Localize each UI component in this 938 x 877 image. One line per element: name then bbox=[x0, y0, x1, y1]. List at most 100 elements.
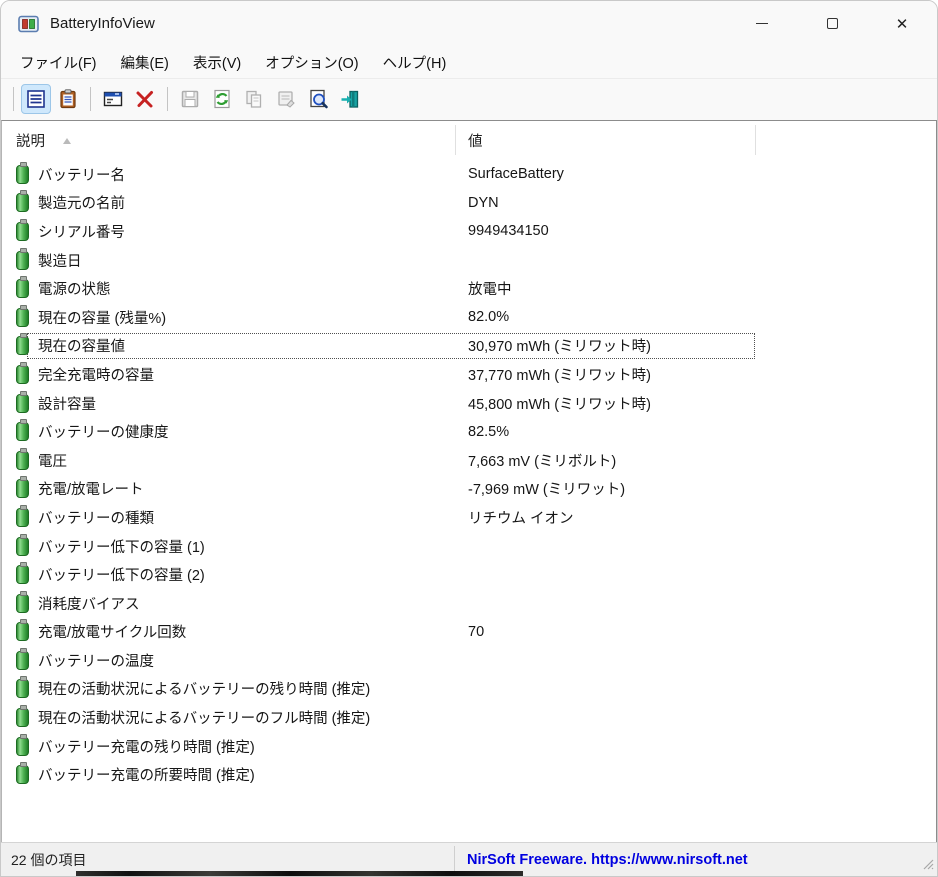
batteryinfoview-window: BatteryInfoView ✕ ファイル(F) 編集(E) 表示(V) オプ… bbox=[0, 0, 938, 877]
table-row[interactable]: 現在の容量値 30,970 mWh (ミリワット時) bbox=[2, 332, 936, 361]
delete-button[interactable] bbox=[130, 84, 160, 114]
row-label: 消耗度バイアス bbox=[38, 593, 140, 614]
battery-icon bbox=[16, 508, 29, 527]
toolbar-separator bbox=[13, 87, 14, 111]
table-row[interactable]: 完全充電時の容量 37,770 mWh (ミリワット時) bbox=[2, 360, 936, 389]
column-header-label: 説明 bbox=[16, 130, 45, 151]
table-row[interactable]: バッテリーの種類 リチウム イオン bbox=[2, 503, 936, 532]
column-header-description[interactable]: 説明 bbox=[16, 121, 71, 160]
find-button[interactable] bbox=[303, 84, 333, 114]
maximize-button[interactable] bbox=[797, 1, 867, 46]
menu-help[interactable]: ヘルプ(H) bbox=[371, 47, 459, 78]
table-row[interactable]: バッテリー充電の所要時間 (推定) bbox=[2, 760, 936, 789]
column-divider[interactable] bbox=[755, 125, 756, 155]
column-header-label: 値 bbox=[468, 130, 483, 151]
table-row[interactable]: バッテリーの健康度 82.5% bbox=[2, 417, 936, 446]
battery-icon bbox=[16, 279, 29, 298]
table-row[interactable]: シリアル番号 9949434150 bbox=[2, 217, 936, 246]
refresh-arrows-icon bbox=[211, 88, 233, 110]
battery-icon bbox=[16, 222, 29, 241]
table-row[interactable]: 製造日 bbox=[2, 246, 936, 275]
properties-icon bbox=[275, 88, 297, 110]
window-columns-icon bbox=[102, 88, 124, 110]
table-row[interactable]: 充電/放電レート -7,969 mW (ミリワット) bbox=[2, 475, 936, 504]
table-row[interactable]: 現在の活動状況によるバッテリーの残り時間 (推定) bbox=[2, 675, 936, 704]
row-label: バッテリーの健康度 bbox=[38, 421, 169, 442]
battery-icon bbox=[16, 336, 29, 355]
battery-icon bbox=[16, 165, 29, 184]
choose-columns-button[interactable] bbox=[98, 84, 128, 114]
battery-icon bbox=[16, 622, 29, 641]
row-value: DYN bbox=[468, 195, 499, 211]
window-title: BatteryInfoView bbox=[50, 15, 155, 32]
table-row[interactable]: バッテリー名 SurfaceBattery bbox=[2, 160, 936, 189]
toolbar-separator bbox=[90, 87, 91, 111]
row-value: 37,770 mWh (ミリワット時) bbox=[468, 364, 651, 385]
row-label: バッテリー充電の所要時間 (推定) bbox=[38, 764, 255, 785]
battery-icon bbox=[16, 308, 29, 327]
floppy-disk-icon bbox=[179, 88, 201, 110]
battery-icon bbox=[16, 594, 29, 613]
row-value: 82.5% bbox=[468, 424, 509, 440]
menu-file[interactable]: ファイル(F) bbox=[8, 47, 109, 78]
minimize-button[interactable] bbox=[727, 1, 797, 46]
row-label: シリアル番号 bbox=[38, 221, 125, 242]
column-divider[interactable] bbox=[455, 125, 456, 155]
battery-icon bbox=[16, 251, 29, 270]
table-row[interactable]: 充電/放電サイクル回数 70 bbox=[2, 618, 936, 647]
row-label: バッテリー低下の容量 (2) bbox=[38, 564, 205, 585]
table-row[interactable]: バッテリー充電の残り時間 (推定) bbox=[2, 732, 936, 761]
row-label: 電源の状態 bbox=[38, 278, 111, 299]
copy-button bbox=[239, 84, 269, 114]
table-row[interactable]: バッテリーの温度 bbox=[2, 646, 936, 675]
table-row[interactable]: 現在の活動状況によるバッテリーのフル時間 (推定) bbox=[2, 703, 936, 732]
exit-button[interactable] bbox=[335, 84, 365, 114]
close-button[interactable]: ✕ bbox=[867, 1, 937, 46]
copy-pages-icon bbox=[243, 88, 265, 110]
table-row[interactable]: 消耗度バイアス bbox=[2, 589, 936, 618]
row-label: 現在の活動状況によるバッテリーの残り時間 (推定) bbox=[38, 678, 370, 699]
table-row[interactable]: 現在の容量 (残量%) 82.0% bbox=[2, 303, 936, 332]
battery-icon bbox=[16, 193, 29, 212]
refresh-button[interactable] bbox=[207, 84, 237, 114]
row-label: 製造元の名前 bbox=[38, 192, 125, 213]
row-label: バッテリー低下の容量 (1) bbox=[38, 536, 205, 557]
battery-icon bbox=[16, 679, 29, 698]
table-row[interactable]: バッテリー低下の容量 (2) bbox=[2, 560, 936, 589]
row-label: 充電/放電レート bbox=[38, 478, 144, 499]
table-row[interactable]: 製造元の名前 DYN bbox=[2, 189, 936, 218]
toolbar bbox=[1, 79, 937, 119]
table-row[interactable]: 電源の状態 放電中 bbox=[2, 274, 936, 303]
table-row[interactable]: 設計容量 45,800 mWh (ミリワット時) bbox=[2, 389, 936, 418]
save-button bbox=[175, 84, 205, 114]
resize-grip-icon[interactable] bbox=[922, 857, 934, 873]
row-value: -7,969 mW (ミリワット) bbox=[468, 478, 625, 499]
battery-icon bbox=[16, 422, 29, 441]
battery-icon bbox=[16, 708, 29, 727]
red-x-icon bbox=[133, 87, 157, 111]
row-label: バッテリー充電の残り時間 (推定) bbox=[38, 736, 255, 757]
title-bar[interactable]: BatteryInfoView ✕ bbox=[1, 1, 937, 46]
statusbar-divider bbox=[454, 846, 455, 873]
row-label: 電圧 bbox=[38, 450, 67, 471]
magnifier-icon bbox=[307, 88, 329, 110]
battery-icon bbox=[16, 737, 29, 756]
battery-icon bbox=[16, 651, 29, 670]
row-label: 現在の容量 (残量%) bbox=[38, 307, 166, 328]
battery-log-view-button[interactable] bbox=[53, 84, 83, 114]
table-row[interactable]: 電圧 7,663 mV (ミリボルト) bbox=[2, 446, 936, 475]
menu-bar: ファイル(F) 編集(E) 表示(V) オプション(O) ヘルプ(H) bbox=[1, 46, 937, 79]
row-value: 7,663 mV (ミリボルト) bbox=[468, 450, 616, 471]
battery-icon bbox=[16, 365, 29, 384]
battery-icon bbox=[16, 394, 29, 413]
menu-view[interactable]: 表示(V) bbox=[181, 47, 253, 78]
menu-edit[interactable]: 編集(E) bbox=[109, 47, 181, 78]
list-header: 説明 値 bbox=[2, 121, 936, 160]
menu-options[interactable]: オプション(O) bbox=[253, 47, 370, 78]
battery-info-view-button[interactable] bbox=[21, 84, 51, 114]
table-row[interactable]: バッテリー低下の容量 (1) bbox=[2, 532, 936, 561]
row-value: 70 bbox=[468, 624, 484, 640]
battery-info-list: 説明 値 バッテリー名 SurfaceBattery 製造元の名前 DYN シリ… bbox=[1, 120, 937, 842]
row-value: リチウム イオン bbox=[468, 507, 574, 528]
column-header-value[interactable]: 値 bbox=[468, 121, 483, 160]
